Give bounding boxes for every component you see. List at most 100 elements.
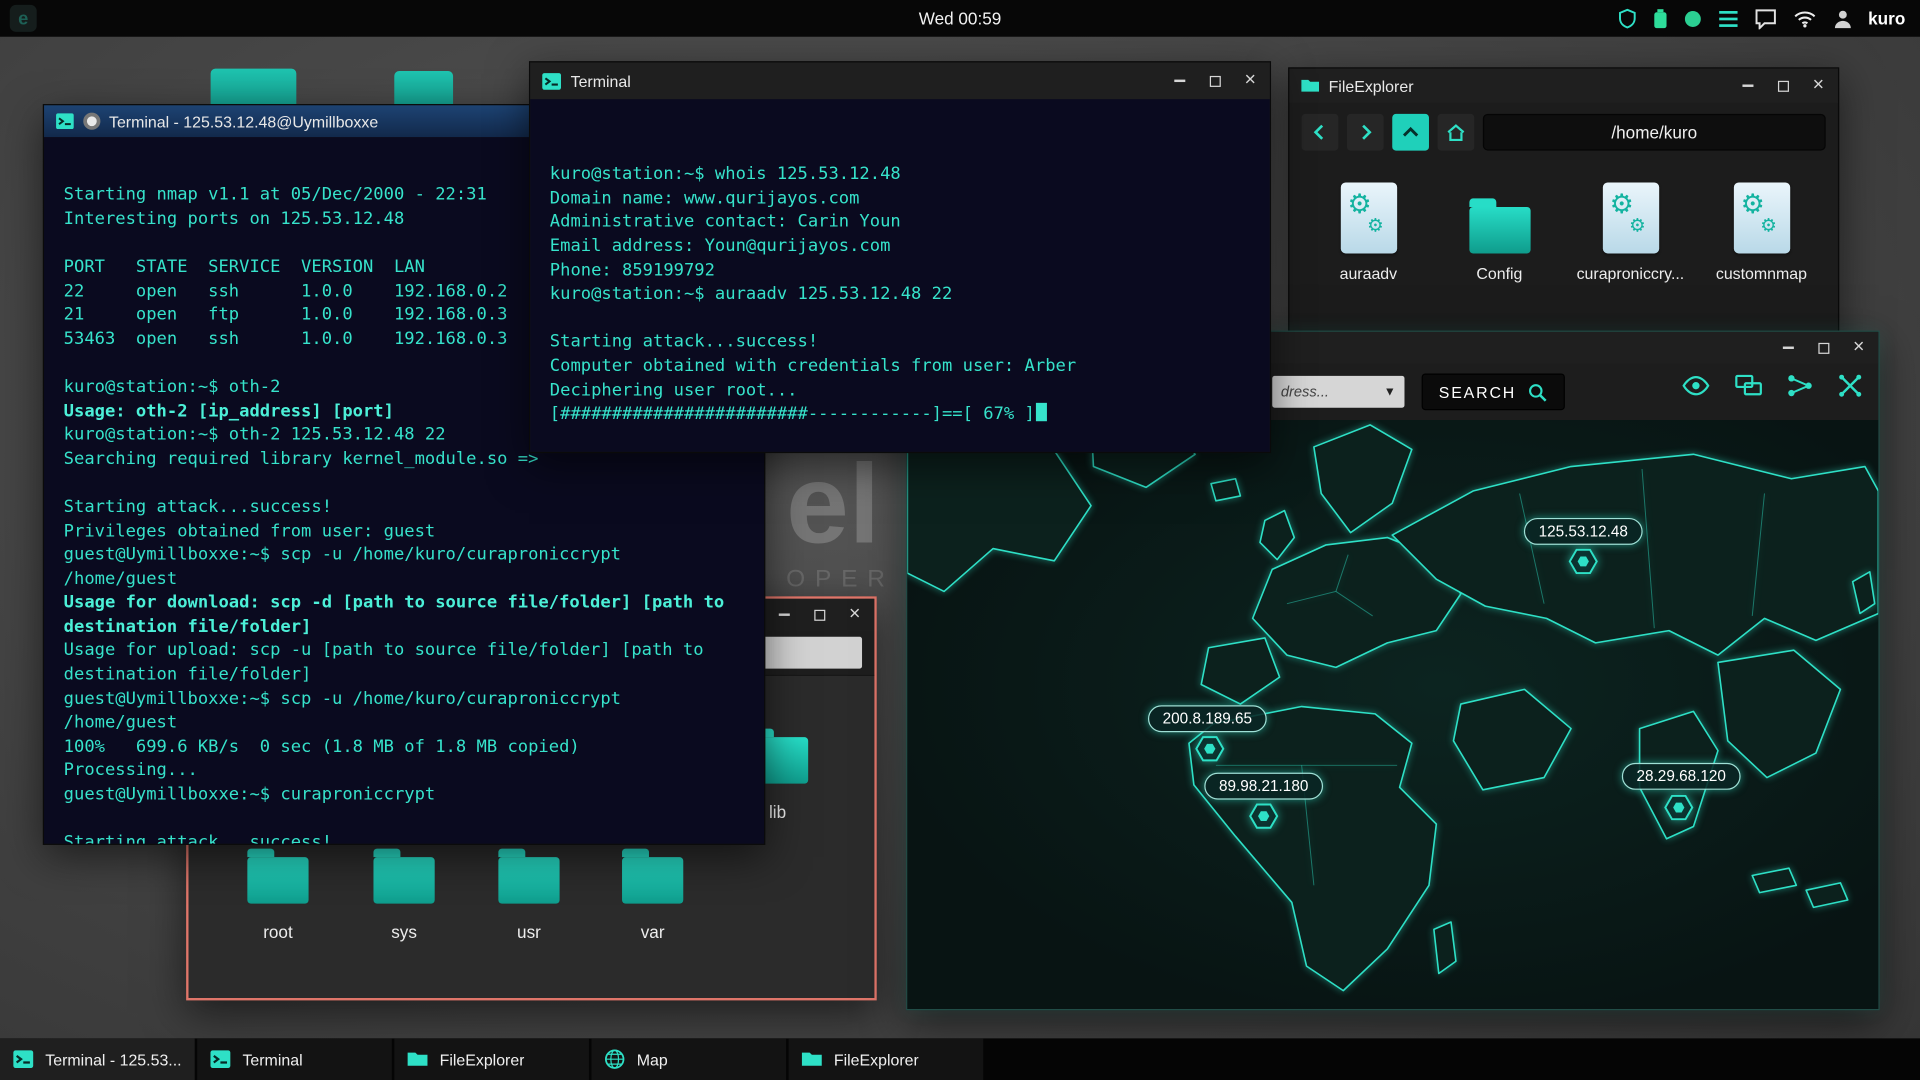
terminal-icon [541, 70, 562, 91]
minimize-button[interactable] [775, 606, 792, 623]
terminal-line: 100% 699.6 KB/s 0 sec (1.8 MB of 1.8 MB … [63, 736, 580, 757]
window-title: Terminal [570, 71, 631, 90]
close-button[interactable]: × [1850, 337, 1867, 357]
folder-label: lib [768, 802, 787, 822]
eye-icon[interactable] [1681, 375, 1710, 397]
minimize-button[interactable] [1739, 77, 1756, 94]
window-controls: × [775, 604, 863, 624]
world-map-canvas[interactable]: 125.53.12.48 200.8.189.65 89.98.21.180 28.2… [907, 420, 1879, 1009]
wifi-icon[interactable] [1792, 9, 1816, 29]
search-button[interactable]: SEARCH [1421, 373, 1566, 411]
taskbar-item[interactable]: Terminal [197, 1038, 392, 1080]
maximize-button[interactable] [811, 606, 828, 623]
close-button[interactable]: × [1242, 70, 1259, 90]
window-title: Terminal - 125.53.12.48@Uymillboxxe [108, 112, 379, 131]
watermark-text-small: OPER [786, 565, 895, 593]
address-bar[interactable]: /home/kuro [1482, 113, 1826, 151]
terminal-icon [55, 111, 75, 131]
world-map [907, 420, 1879, 992]
desktop: el OPER FileExplorer × lib root sys usr var [0, 0, 1920, 1080]
terminal-line: guest@Uymillboxxe:~$ scp -u /home/kuro/c… [63, 688, 632, 733]
map-ip-label[interactable]: 125.53.12.48 [1523, 517, 1643, 545]
map-hex-marker[interactable] [1566, 546, 1600, 584]
folder-item[interactable]: var [598, 848, 708, 942]
taskbar-item[interactable]: FileExplorer [394, 1038, 589, 1080]
file-label: Config [1476, 264, 1523, 283]
fx-top-titlebar[interactable]: FileExplorer × [1289, 68, 1838, 103]
home-button[interactable] [1437, 113, 1475, 151]
map-ip-label[interactable]: 28.29.68.120 [1621, 762, 1741, 790]
minimize-button[interactable] [1779, 339, 1796, 356]
terminal-line: Administrative contact: Carin Youn [549, 212, 901, 232]
folder-item[interactable]: root [223, 848, 333, 942]
file-item[interactable]: ⚙ ⚙ auraadv [1309, 178, 1428, 283]
terminal-center-titlebar[interactable]: Terminal × [530, 62, 1270, 100]
terminal-line: Usage for upload: scp -u [path to source… [63, 640, 714, 685]
window-title: FileExplorer [1328, 76, 1414, 95]
share-icon[interactable] [1787, 373, 1814, 397]
map-hex-marker[interactable] [1193, 733, 1227, 771]
terminal-line: Usage for download: scp -d [path to sour… [63, 592, 735, 637]
user-icon[interactable] [1833, 8, 1853, 29]
globe-icon [604, 1048, 626, 1070]
folder-label: root [263, 922, 293, 942]
folder-label: sys [391, 922, 417, 942]
maximize-button[interactable] [1815, 339, 1832, 356]
node-x-icon[interactable] [1837, 373, 1864, 397]
maximize-button[interactable] [1206, 72, 1223, 89]
window-controls: × [1171, 70, 1259, 90]
map-ip-label[interactable]: 200.8.189.65 [1147, 705, 1267, 733]
folder-icon [247, 848, 309, 904]
terminal-line: Processing... [63, 760, 198, 781]
up-button[interactable] [1392, 113, 1429, 151]
screens-icon[interactable] [1734, 373, 1763, 397]
back-button[interactable] [1301, 113, 1339, 151]
wallpaper-watermark: el OPER [786, 448, 895, 594]
chat-icon[interactable] [1754, 8, 1776, 29]
watermark-text-large: el [786, 442, 881, 567]
os-logo-icon[interactable]: e [9, 4, 37, 32]
folder-item[interactable]: usr [474, 848, 584, 942]
folder-label: usr [517, 922, 541, 942]
terminal-line: guest@Uymillboxxe:~$ scp -u /home/kuro/c… [63, 545, 632, 589]
status-dot-icon[interactable] [1683, 9, 1701, 27]
map-hex-marker[interactable] [1247, 800, 1281, 838]
file-item[interactable]: ⚙ ⚙ customnmap [1702, 178, 1821, 283]
app-badge-icon [83, 112, 101, 130]
map-ip-label[interactable]: 89.98.21.180 [1204, 772, 1324, 800]
shield-icon[interactable] [1617, 8, 1637, 29]
terminal-window-center: Terminal × kuro@station:~$ whois 125.53.… [528, 61, 1272, 454]
list-icon[interactable] [1718, 9, 1739, 27]
chevron-down-icon: ▼ [1383, 385, 1396, 399]
terminal-cursor [1036, 403, 1048, 422]
taskbar-item[interactable]: Map [591, 1038, 787, 1080]
file-item[interactable]: ⚙ ⚙ curaproniccry... [1571, 178, 1690, 283]
file-label: auraadv [1339, 264, 1398, 283]
minimize-button[interactable] [1171, 72, 1188, 89]
maximize-button[interactable] [1774, 77, 1791, 94]
file-label: curaproniccry... [1576, 264, 1685, 283]
forward-button[interactable] [1346, 113, 1384, 151]
taskbar-item[interactable]: FileExplorer [788, 1038, 984, 1080]
terminal-line: Starting attack...success! [63, 497, 333, 517]
search-button-label: SEARCH [1438, 382, 1517, 402]
folder-icon [1468, 178, 1530, 254]
system-topbar: e Wed 00:59 kuro [0, 0, 1920, 37]
clock: Wed 00:59 [918, 8, 1002, 29]
window-controls: × [1739, 75, 1827, 95]
folder-item[interactable]: sys [349, 848, 459, 942]
taskbar-item[interactable]: Terminal - 125.53... [0, 1038, 195, 1080]
close-button[interactable]: × [846, 604, 863, 624]
terminal-output[interactable]: kuro@station:~$ whois 125.53.12.48 Domain… [530, 99, 1270, 452]
ip-address-dropdown[interactable]: dress... ▼ [1272, 375, 1405, 408]
terminal-line: Starting attack...success! [63, 832, 333, 844]
file-item[interactable]: Config [1440, 178, 1559, 283]
file-label: customnmap [1715, 264, 1807, 283]
map-hex-marker[interactable] [1662, 792, 1696, 830]
terminal-line: Starting attack...success! [549, 332, 819, 352]
battery-icon[interactable] [1653, 8, 1668, 29]
close-button[interactable]: × [1810, 75, 1827, 95]
terminal-line: Domain name: www.qurijayos.com [549, 188, 860, 208]
